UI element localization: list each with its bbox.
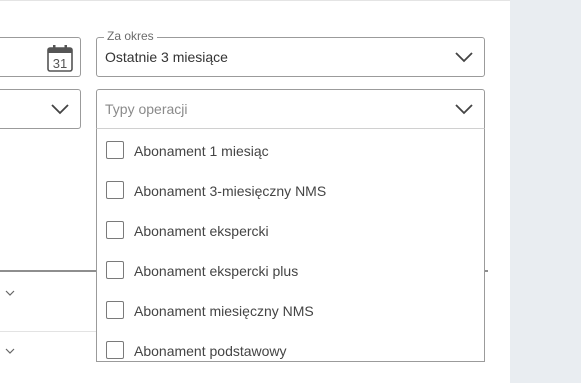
chevron-down-icon[interactable] — [5, 290, 15, 297]
option-label: Abonament 3-miesięczny NMS — [134, 183, 327, 199]
calendar-icon[interactable]: 31 — [47, 44, 73, 72]
period-select-value: Ostatnie 3 miesiące — [105, 49, 228, 65]
option-label: Abonament 1 miesiąc — [134, 143, 269, 159]
chevron-down-icon[interactable] — [5, 348, 15, 355]
table-row-divider — [0, 331, 96, 332]
dropdown-option[interactable]: Abonament miesięczny NMS — [97, 290, 484, 330]
operation-types-placeholder: Typy operacji — [105, 101, 188, 117]
right-gutter — [510, 0, 581, 383]
date-field[interactable]: 31 — [0, 37, 81, 77]
chevron-down-icon — [455, 52, 473, 63]
option-label: Abonament miesięczny NMS — [134, 303, 314, 319]
option-checkbox[interactable] — [106, 181, 124, 199]
period-select[interactable]: Ostatnie 3 miesiące — [96, 37, 485, 77]
option-checkbox[interactable] — [106, 261, 124, 279]
period-select-legend: Za okres — [104, 29, 157, 43]
option-label: Abonament ekspercki plus — [134, 263, 299, 279]
option-label: Abonament podstawowy — [134, 343, 287, 359]
option-label: Abonament ekspercki — [134, 223, 269, 239]
top-divider — [0, 0, 510, 1]
dropdown-option[interactable]: Abonament 3-miesięczny NMS — [97, 170, 484, 210]
dropdown-option[interactable]: Abonament ekspercki plus — [97, 250, 484, 290]
table-header-divider-right — [485, 270, 488, 272]
dropdown-option[interactable]: Abonament podstawowy — [97, 330, 484, 361]
dropdown-option[interactable]: Abonament 1 miesiąc — [97, 130, 484, 170]
option-checkbox[interactable] — [106, 221, 124, 239]
dropdown-option[interactable]: Abonament ekspercki — [97, 210, 484, 250]
chevron-down-icon — [455, 104, 473, 115]
option-checkbox[interactable] — [106, 341, 124, 359]
table-header-divider — [0, 270, 96, 272]
chevron-down-icon — [51, 104, 69, 115]
operation-types-select[interactable]: Typy operacji — [96, 89, 485, 129]
calendar-day-text: 31 — [53, 56, 67, 71]
option-checkbox[interactable] — [106, 141, 124, 159]
option-checkbox[interactable] — [106, 301, 124, 319]
left-select[interactable] — [0, 89, 81, 129]
operation-types-dropdown: Abonament 1 miesiąc Abonament 3-miesięcz… — [96, 128, 485, 362]
